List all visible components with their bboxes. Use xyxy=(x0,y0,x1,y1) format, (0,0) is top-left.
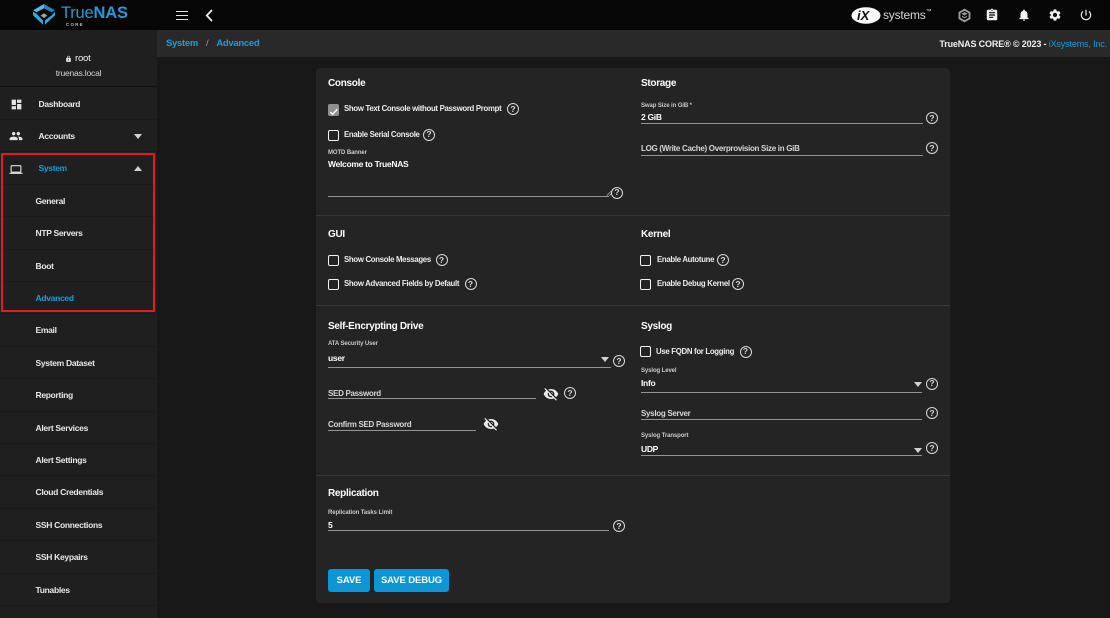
svg-text:iX: iX xyxy=(857,8,871,23)
